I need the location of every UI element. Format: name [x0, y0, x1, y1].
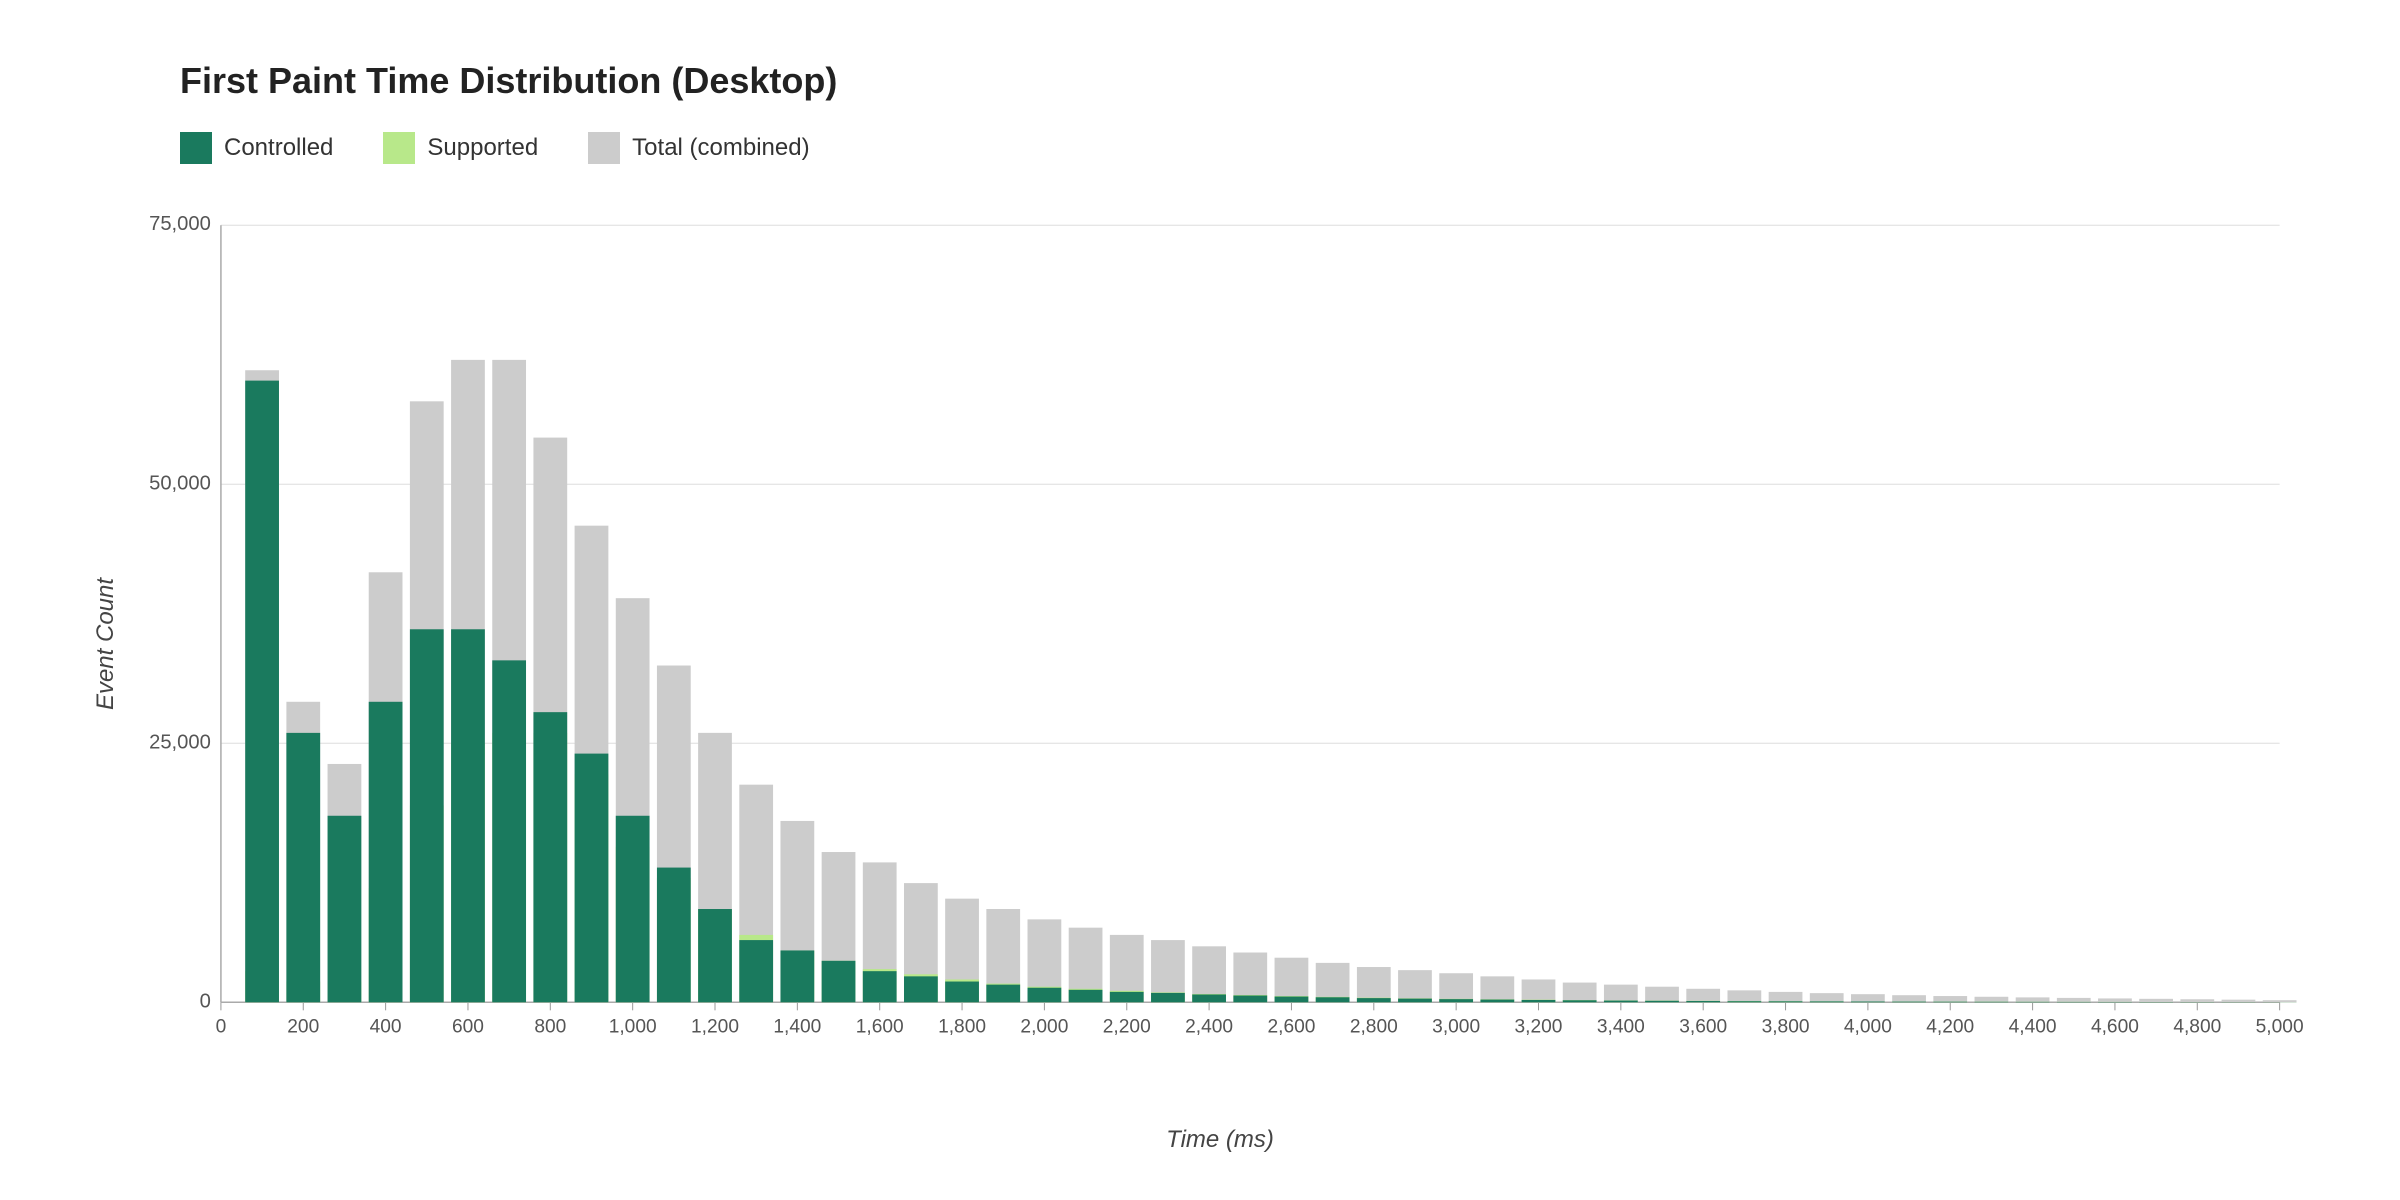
svg-text:4,200: 4,200: [1926, 1017, 1974, 1038]
svg-text:4,000: 4,000: [1844, 1017, 1892, 1038]
controlled-label: Controlled: [224, 134, 333, 162]
total-label: Total (combined): [632, 134, 809, 162]
svg-text:1,800: 1,800: [938, 1017, 986, 1038]
svg-text:3,400: 3,400: [1597, 1017, 1645, 1038]
svg-text:400: 400: [370, 1017, 402, 1038]
legend-item-supported: Supported: [383, 132, 538, 164]
svg-text:75,000: 75,000: [149, 213, 211, 235]
svg-text:3,200: 3,200: [1515, 1017, 1563, 1038]
legend-item-total: Total (combined): [588, 132, 809, 164]
svg-text:0: 0: [200, 990, 211, 1012]
svg-text:2,600: 2,600: [1267, 1017, 1315, 1038]
chart-title: First Paint Time Distribution (Desktop): [120, 60, 2320, 102]
svg-text:4,600: 4,600: [2091, 1017, 2139, 1038]
svg-text:1,000: 1,000: [609, 1017, 657, 1038]
svg-text:1,200: 1,200: [691, 1017, 739, 1038]
legend-item-controlled: Controlled: [180, 132, 333, 164]
x-axis-label: Time (ms): [1166, 1126, 1274, 1154]
legend: Controlled Supported Total (combined): [120, 132, 2320, 164]
svg-text:3,800: 3,800: [1762, 1017, 1810, 1038]
svg-text:0: 0: [216, 1017, 227, 1038]
svg-text:2,000: 2,000: [1020, 1017, 1068, 1038]
svg-text:5,000: 5,000: [2256, 1017, 2304, 1038]
main-chart-svg: 0 25,000 50,000 75,000 0 200 400 600 800 1,000 1,2…: [120, 204, 2320, 1084]
chart-area: Event Count Time (ms) 025,00050,00075,00…: [120, 204, 2320, 1084]
svg-text:3,600: 3,600: [1679, 1017, 1727, 1038]
svg-text:50,000: 50,000: [149, 472, 211, 494]
svg-text:600: 600: [452, 1017, 484, 1038]
svg-text:1,400: 1,400: [773, 1017, 821, 1038]
controlled-swatch: [180, 132, 212, 164]
svg-text:3,000: 3,000: [1432, 1017, 1480, 1038]
svg-text:4,400: 4,400: [2009, 1017, 2057, 1038]
svg-text:25,000: 25,000: [149, 731, 211, 753]
svg-text:4,800: 4,800: [2173, 1017, 2221, 1038]
svg-text:1,600: 1,600: [856, 1017, 904, 1038]
y-axis-label: Event Count: [92, 578, 120, 710]
svg-text:800: 800: [534, 1017, 566, 1038]
supported-swatch: [383, 132, 415, 164]
svg-text:2,200: 2,200: [1103, 1017, 1151, 1038]
total-swatch: [588, 132, 620, 164]
svg-text:200: 200: [287, 1017, 319, 1038]
svg-text:2,800: 2,800: [1350, 1017, 1398, 1038]
chart-container: First Paint Time Distribution (Desktop) …: [0, 0, 2400, 1200]
supported-label: Supported: [427, 134, 538, 162]
svg-text:2,400: 2,400: [1185, 1017, 1233, 1038]
